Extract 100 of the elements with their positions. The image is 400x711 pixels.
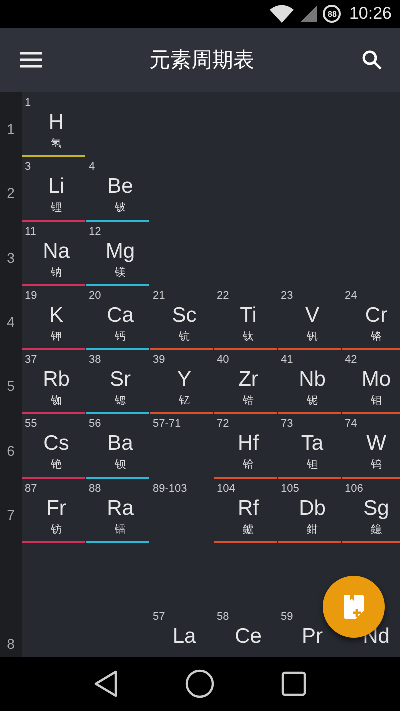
element-symbol: Be — [106, 175, 134, 200]
atomic-number: 11 — [25, 226, 36, 238]
card-plus-icon — [344, 595, 364, 619]
element-name: 铬 — [370, 328, 382, 344]
search-icon[interactable] — [362, 50, 382, 70]
element-name: 钾 — [50, 328, 62, 344]
period-number: 7 — [7, 506, 15, 523]
recents-icon[interactable] — [281, 671, 307, 697]
atomic-number: 88 — [89, 482, 102, 495]
atomic-number: 39 — [153, 354, 166, 366]
element-name: 铯 — [50, 457, 62, 472]
atomic-number: 12 — [89, 226, 102, 238]
element-name: 鐿 — [370, 522, 382, 537]
element-name: 氢 — [50, 136, 62, 151]
atomic-number: 74 — [345, 418, 358, 430]
atomic-number: 4 — [89, 161, 96, 174]
atomic-number: 55 — [25, 418, 38, 430]
element-symbol: Rf — [237, 496, 259, 521]
atomic-number: 106 — [345, 482, 364, 495]
element-name: 钡 — [114, 457, 126, 472]
series-range[interactable]: 57-71 — [153, 418, 182, 430]
battery-level: 88 — [323, 5, 342, 23]
atomic-number: 87 — [25, 482, 38, 495]
element-name: 锶 — [114, 393, 126, 408]
element-name: 钠 — [50, 264, 62, 280]
atomic-number: 73 — [281, 418, 294, 430]
atomic-number: 58 — [217, 611, 230, 624]
home-icon[interactable] — [185, 669, 215, 699]
wifi-icon — [269, 5, 296, 23]
atomic-number: 57 — [153, 611, 166, 624]
element-name: 鑪 — [242, 522, 254, 537]
element-symbol: Cr — [364, 304, 388, 328]
element-name: 铌 — [306, 393, 318, 408]
period-number: 2 — [7, 185, 15, 202]
element-name: 铷 — [50, 393, 62, 408]
atomic-number: 40 — [217, 354, 230, 366]
atomic-number: 21 — [153, 290, 166, 302]
period-number: 8 — [7, 636, 15, 652]
clock-time: 10:26 — [349, 4, 392, 24]
element-name: 钫 — [50, 522, 62, 537]
element-symbol: La — [172, 625, 196, 650]
element-name: 钙 — [114, 328, 126, 344]
element-name: 锂 — [50, 200, 62, 216]
element-symbol: Rb — [42, 368, 70, 392]
element-symbol: W — [366, 432, 386, 456]
element-symbol: Db — [298, 496, 326, 521]
element-name: 钼 — [370, 393, 382, 408]
atomic-number: 19 — [25, 290, 38, 302]
element-symbol: Y — [176, 368, 192, 392]
back-icon[interactable] — [93, 670, 119, 698]
period-number: 4 — [7, 314, 15, 330]
element-symbol: Ca — [106, 304, 134, 328]
element-symbol: Nb — [298, 368, 326, 392]
atomic-number: 23 — [281, 290, 294, 302]
app-title: 元素周期表 — [148, 47, 256, 74]
element-symbol: Sr — [109, 368, 131, 392]
element-symbol: Zr — [238, 368, 258, 392]
atomic-number: 37 — [25, 354, 38, 366]
atomic-number: 72 — [217, 418, 230, 430]
period-number: 6 — [7, 442, 15, 459]
element-name: 钨 — [370, 457, 382, 472]
element-symbol: Ta — [300, 432, 324, 456]
element-symbol: Ba — [106, 432, 134, 456]
element-symbol: Li — [47, 175, 65, 200]
element-symbol: Na — [42, 240, 70, 264]
element-symbol: Ce — [234, 625, 262, 650]
period-number: 1 — [7, 121, 15, 138]
element-symbol: Mg — [104, 240, 136, 264]
element-symbol: K — [48, 304, 64, 328]
atomic-number: 105 — [281, 482, 300, 495]
element-name: 锆 — [242, 393, 254, 408]
element-name: 钛 — [242, 328, 254, 344]
element-symbol: H — [48, 111, 64, 135]
atomic-number: 42 — [345, 354, 358, 366]
element-symbol: Mo — [360, 368, 392, 392]
element-symbol: Cs — [42, 432, 70, 456]
signal-icon — [301, 6, 318, 22]
series-range[interactable]: 89-103 — [153, 482, 188, 495]
atomic-number: 38 — [89, 354, 102, 366]
element-symbol: Ti — [239, 304, 257, 328]
element-symbol: Ra — [106, 496, 134, 521]
element-name: 钽 — [306, 457, 318, 472]
atomic-number: 59 — [281, 611, 294, 624]
atomic-number: 1 — [25, 97, 32, 109]
element-name: 鉗 — [306, 522, 318, 537]
element-name: 铍 — [114, 200, 126, 216]
element-name: 钇 — [178, 393, 190, 408]
element-name: 钪 — [178, 328, 190, 344]
atomic-number: 56 — [89, 418, 102, 430]
element-symbol: Fr — [46, 496, 66, 521]
element-name: 铪 — [242, 457, 254, 472]
atomic-number: 3 — [25, 161, 32, 174]
element-symbol: V — [304, 304, 320, 328]
element-symbol: Sc — [171, 304, 197, 328]
element-name: 镁 — [114, 264, 126, 280]
element-symbol: Hf — [237, 432, 259, 456]
atomic-number: 104 — [217, 482, 236, 495]
element-name: 钒 — [306, 328, 318, 344]
menu-icon[interactable] — [20, 52, 42, 68]
period-number: 5 — [7, 378, 15, 394]
